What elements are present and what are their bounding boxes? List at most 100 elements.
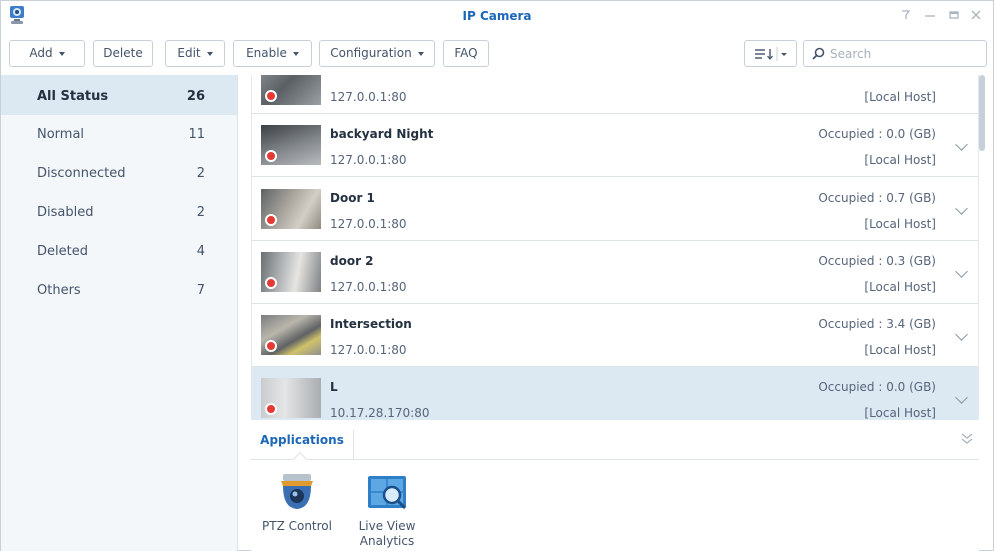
sidebar-item-label: Others: [37, 283, 81, 298]
sidebar-item-label: Disabled: [37, 205, 94, 220]
record-status-icon: [265, 340, 277, 352]
camera-thumbnail: [261, 189, 321, 229]
app-label: PTZ Control: [262, 519, 332, 533]
tab-applications-label: Applications: [260, 433, 344, 447]
camera-occupied: Occupied : 3.4 (GB): [818, 317, 936, 331]
expand-chevron-icon[interactable]: [955, 391, 968, 404]
maximize-icon[interactable]: [943, 7, 965, 27]
ptz-camera-icon: [281, 474, 313, 509]
chevron-down-icon: [58, 51, 65, 56]
expand-chevron-icon[interactable]: [955, 265, 968, 278]
chevron-down-icon: [206, 51, 213, 56]
camera-thumbnail: [261, 315, 321, 355]
camera-host: [Local Host]: [864, 406, 936, 420]
camera-host: [Local Host]: [864, 217, 936, 231]
sidebar-item-count: 2: [196, 205, 205, 220]
applications-panel: Applications PTZ Control Live View Analy…: [251, 420, 979, 551]
delete-label: Delete: [103, 46, 143, 60]
app-label: Live View Analytics: [358, 519, 416, 548]
camera-name: backyard Night: [330, 127, 434, 141]
camera-thumbnail: [261, 125, 321, 165]
record-status-icon: [265, 90, 277, 102]
add-button[interactable]: Add: [9, 40, 85, 67]
live-view-analytics-icon: [368, 476, 407, 510]
search-input[interactable]: [830, 42, 980, 65]
camera-occupied: Occupied : 0.0 (GB): [818, 127, 936, 141]
chevron-down-icon: [292, 51, 299, 56]
search-box[interactable]: [803, 40, 987, 67]
camera-ip: 127.0.0.1:80: [330, 343, 407, 357]
expand-chevron-icon[interactable]: [955, 138, 968, 151]
configuration-button[interactable]: Configuration: [319, 40, 435, 67]
camera-host: [Local Host]: [864, 280, 936, 294]
tab-divider: [251, 459, 979, 460]
camera-row[interactable]: door 2 127.0.0.1:80 Occupied : 0.3 (GB) …: [252, 241, 978, 304]
edit-button[interactable]: Edit: [165, 40, 225, 67]
camera-name: Door 1: [330, 191, 375, 205]
sort-button[interactable]: [744, 40, 797, 67]
app-live-view-analytics[interactable]: Live View Analytics: [347, 472, 427, 549]
camera-ip: 127.0.0.1:80: [330, 280, 407, 294]
camera-row[interactable]: 127.0.0.1:80 [Local Host]: [252, 75, 978, 114]
sidebar-item-label: Disconnected: [37, 166, 126, 181]
sidebar-item-count: 26: [186, 89, 205, 104]
minimize-icon[interactable]: [919, 7, 941, 27]
camera-host: [Local Host]: [864, 90, 936, 104]
record-status-icon: [265, 403, 277, 415]
enable-button[interactable]: Enable: [233, 40, 312, 67]
sidebar-item-count: 7: [196, 283, 205, 298]
camera-list: 127.0.0.1:80 [Local Host] backyard Night…: [251, 75, 979, 420]
close-icon[interactable]: [965, 7, 987, 27]
sidebar-item-deleted[interactable]: Deleted 4: [1, 233, 237, 273]
camera-name: L: [330, 380, 338, 394]
record-status-icon: [265, 214, 277, 226]
sidebar-item-disabled[interactable]: Disabled 2: [1, 194, 237, 234]
faq-label: FAQ: [454, 46, 478, 60]
title-bar: IP Camera: [1, 1, 993, 33]
collapse-chevron-icon[interactable]: [961, 432, 973, 450]
record-status-icon: [265, 150, 277, 162]
search-icon: [812, 47, 825, 60]
status-sidebar: All Status 26 Normal 11 Disconnected 2 D…: [1, 75, 238, 551]
camera-thumbnail: [261, 378, 321, 418]
camera-host: [Local Host]: [864, 153, 936, 167]
expand-chevron-icon[interactable]: [955, 202, 968, 215]
enable-label: Enable: [246, 46, 287, 60]
edit-label: Edit: [177, 46, 201, 60]
camera-name: Intersection: [330, 317, 412, 331]
camera-ip: 10.17.28.170:80: [330, 406, 430, 420]
camera-ip: 127.0.0.1:80: [330, 90, 407, 104]
ip-camera-window: IP Camera Add Delete Edit Enable Configu…: [0, 0, 994, 551]
camera-row[interactable]: Door 1 127.0.0.1:80 Occupied : 0.7 (GB) …: [252, 178, 978, 241]
sidebar-item-label: All Status: [37, 89, 109, 104]
expand-chevron-icon[interactable]: [955, 328, 968, 341]
camera-host: [Local Host]: [864, 343, 936, 357]
sidebar-item-others[interactable]: Others 7: [1, 272, 237, 312]
sidebar-item-all-status[interactable]: All Status 26: [1, 75, 237, 115]
chevron-down-icon: [417, 51, 424, 56]
sort-icon: [754, 46, 787, 61]
camera-name: door 2: [330, 254, 374, 268]
camera-occupied: Occupied : 0.3 (GB): [818, 254, 936, 268]
record-status-icon: [265, 277, 277, 289]
configuration-label: Configuration: [330, 46, 412, 60]
window-title: IP Camera: [462, 9, 532, 23]
camera-row[interactable]: backyard Night 127.0.0.1:80 Occupied : 0…: [252, 114, 978, 177]
delete-button[interactable]: Delete: [93, 40, 153, 67]
sidebar-item-disconnected[interactable]: Disconnected 2: [1, 155, 237, 195]
camera-ip: 127.0.0.1:80: [330, 217, 407, 231]
toolbar: Add Delete Edit Enable Configuration FAQ: [1, 37, 993, 71]
sidebar-item-label: Normal: [37, 127, 85, 142]
app-ptz-control[interactable]: PTZ Control: [257, 472, 337, 534]
camera-thumbnail: [261, 252, 321, 292]
list-scrollbar[interactable]: [979, 75, 985, 151]
camera-thumbnail: [261, 75, 321, 105]
sidebar-item-count: 4: [196, 244, 205, 259]
camera-row[interactable]: L 10.17.28.170:80 Occupied : 0.0 (GB) [L…: [252, 367, 978, 420]
camera-ip: 127.0.0.1:80: [330, 153, 407, 167]
sidebar-item-normal[interactable]: Normal 11: [1, 115, 237, 155]
camera-occupied: Occupied : 0.7 (GB): [818, 191, 936, 205]
pin-icon[interactable]: [895, 7, 917, 27]
camera-row[interactable]: Intersection 127.0.0.1:80 Occupied : 3.4…: [252, 304, 978, 367]
faq-button[interactable]: FAQ: [443, 40, 489, 67]
